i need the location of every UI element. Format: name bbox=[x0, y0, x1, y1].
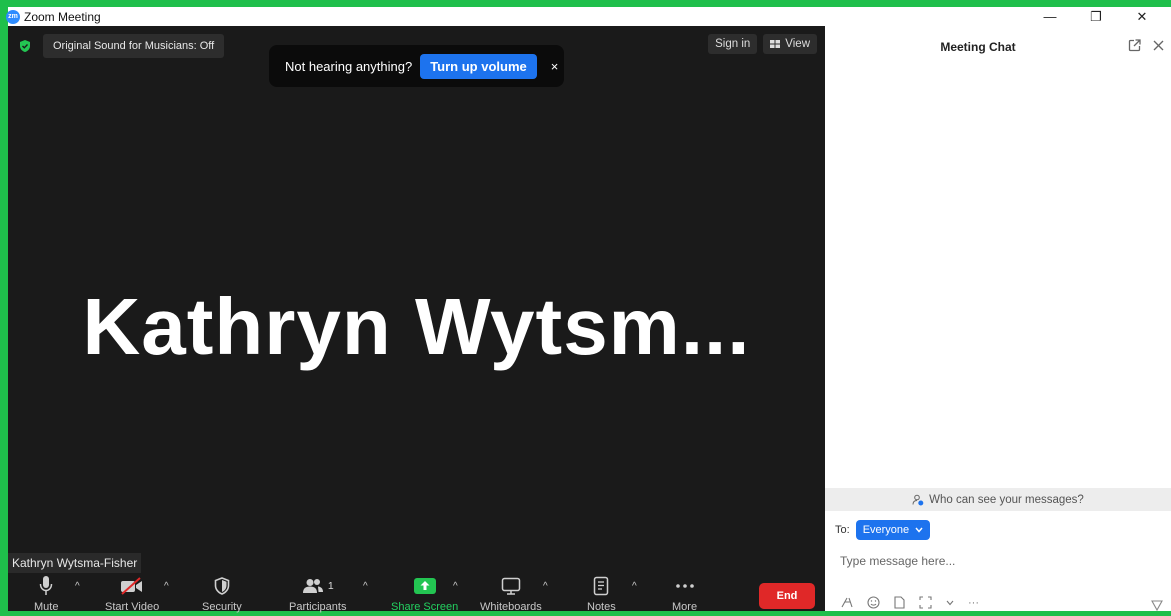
turn-up-volume-button[interactable]: Turn up volume bbox=[420, 53, 537, 79]
participants-options-caret[interactable]: ^ bbox=[363, 581, 368, 592]
send-icon[interactable] bbox=[1151, 598, 1163, 616]
video-options-caret[interactable]: ^ bbox=[164, 581, 169, 592]
close-chat-icon[interactable] bbox=[1151, 38, 1165, 52]
toast-close-icon[interactable]: × bbox=[551, 59, 559, 74]
recipient-dropdown[interactable]: Everyone bbox=[855, 520, 931, 540]
view-label: View bbox=[785, 38, 810, 50]
zoom-logo-icon: zm bbox=[6, 9, 20, 24]
participants-button[interactable]: 1 Participants bbox=[289, 573, 346, 613]
video-off-icon bbox=[120, 573, 144, 599]
chat-title: Meeting Chat bbox=[940, 40, 1016, 54]
participants-count: 1 bbox=[327, 580, 334, 592]
more-tools-icon[interactable]: ··· bbox=[968, 597, 979, 609]
whiteboard-icon bbox=[501, 573, 521, 599]
chat-panel: Meeting Chat Who can see your messages? … bbox=[825, 26, 1171, 612]
whiteboards-label: Whiteboards bbox=[480, 601, 542, 613]
end-meeting-button[interactable]: End bbox=[759, 583, 815, 609]
security-label: Security bbox=[202, 601, 242, 613]
original-sound-label: Original Sound for Musicians: Off bbox=[43, 34, 225, 58]
message-input[interactable]: Type message here... bbox=[840, 554, 955, 568]
title-bar: zm Zoom Meeting — ❐ ✕ bbox=[6, 7, 1171, 26]
start-video-label: Start Video bbox=[105, 601, 160, 613]
restore-icon[interactable]: ❐ bbox=[1073, 7, 1119, 26]
shield-icon bbox=[214, 573, 230, 599]
more-label: More bbox=[672, 601, 698, 613]
notes-icon bbox=[593, 573, 609, 599]
who-can-see-text: Who can see your messages? bbox=[929, 493, 1084, 506]
participants-icon: 1 bbox=[302, 573, 334, 599]
video-top-right-controls: Sign in View bbox=[702, 34, 817, 54]
chat-toolbar: ··· bbox=[840, 596, 993, 609]
participants-label: Participants bbox=[289, 601, 347, 613]
share-screen-label: Share Screen bbox=[391, 601, 459, 613]
minimize-icon[interactable]: — bbox=[1027, 7, 1073, 26]
start-video-button[interactable]: Start Video bbox=[105, 573, 159, 613]
window-title: Zoom Meeting bbox=[24, 9, 101, 24]
format-text-icon[interactable] bbox=[840, 596, 853, 609]
to-label: To: bbox=[835, 524, 850, 536]
screenshot-icon[interactable] bbox=[919, 596, 932, 609]
close-icon[interactable]: ✕ bbox=[1119, 7, 1165, 26]
audio-options-caret[interactable]: ^ bbox=[75, 581, 80, 592]
chevron-down-icon bbox=[915, 527, 923, 533]
more-dots-icon bbox=[675, 573, 695, 599]
microphone-icon bbox=[39, 573, 53, 599]
security-button[interactable]: Security bbox=[202, 573, 242, 613]
recipient-value: Everyone bbox=[862, 524, 910, 536]
shield-check-icon bbox=[20, 40, 30, 52]
grid-view-icon bbox=[770, 40, 781, 48]
participant-display-name: Kathryn Wytsm... bbox=[82, 282, 751, 371]
sign-in-button[interactable]: Sign in bbox=[708, 34, 758, 54]
meeting-toolbar: Mute ^ Start Video ^ Security 1 Particip… bbox=[8, 573, 825, 613]
share-screen-icon bbox=[413, 573, 436, 599]
notes-button[interactable]: Notes bbox=[587, 573, 616, 613]
chevron-down-icon[interactable] bbox=[946, 600, 954, 606]
participant-name-tag: Kathryn Wytsma-Fisher bbox=[8, 553, 142, 573]
who-can-see-banner[interactable]: Who can see your messages? bbox=[825, 488, 1171, 511]
mute-label: Mute bbox=[34, 601, 59, 613]
person-info-icon bbox=[912, 494, 924, 505]
chat-header-controls bbox=[1117, 38, 1165, 52]
share-screen-button[interactable]: Share Screen bbox=[391, 573, 458, 613]
video-area: Original Sound for Musicians: Off Not he… bbox=[8, 26, 825, 613]
notes-label: Notes bbox=[587, 601, 616, 613]
whiteboards-button[interactable]: Whiteboards bbox=[480, 573, 542, 613]
audio-toast: Not hearing anything? Turn up volume × bbox=[269, 45, 564, 87]
pop-out-icon[interactable] bbox=[1127, 38, 1141, 52]
recipient-row: To: Everyone bbox=[835, 520, 931, 540]
whiteboards-options-caret[interactable]: ^ bbox=[543, 581, 548, 592]
window-border-top bbox=[0, 0, 1171, 7]
more-button[interactable]: More bbox=[672, 573, 697, 613]
toast-message: Not hearing anything? bbox=[285, 58, 413, 74]
mute-button[interactable]: Mute bbox=[34, 573, 58, 613]
window-controls: — ❐ ✕ bbox=[1027, 7, 1165, 26]
file-icon[interactable] bbox=[894, 596, 905, 609]
original-sound-badge[interactable]: Original Sound for Musicians: Off bbox=[18, 34, 225, 58]
view-button[interactable]: View bbox=[763, 34, 817, 54]
share-options-caret[interactable]: ^ bbox=[453, 581, 458, 592]
window-border-left bbox=[0, 0, 8, 611]
emoji-icon[interactable] bbox=[867, 596, 880, 609]
notes-options-caret[interactable]: ^ bbox=[632, 581, 637, 592]
